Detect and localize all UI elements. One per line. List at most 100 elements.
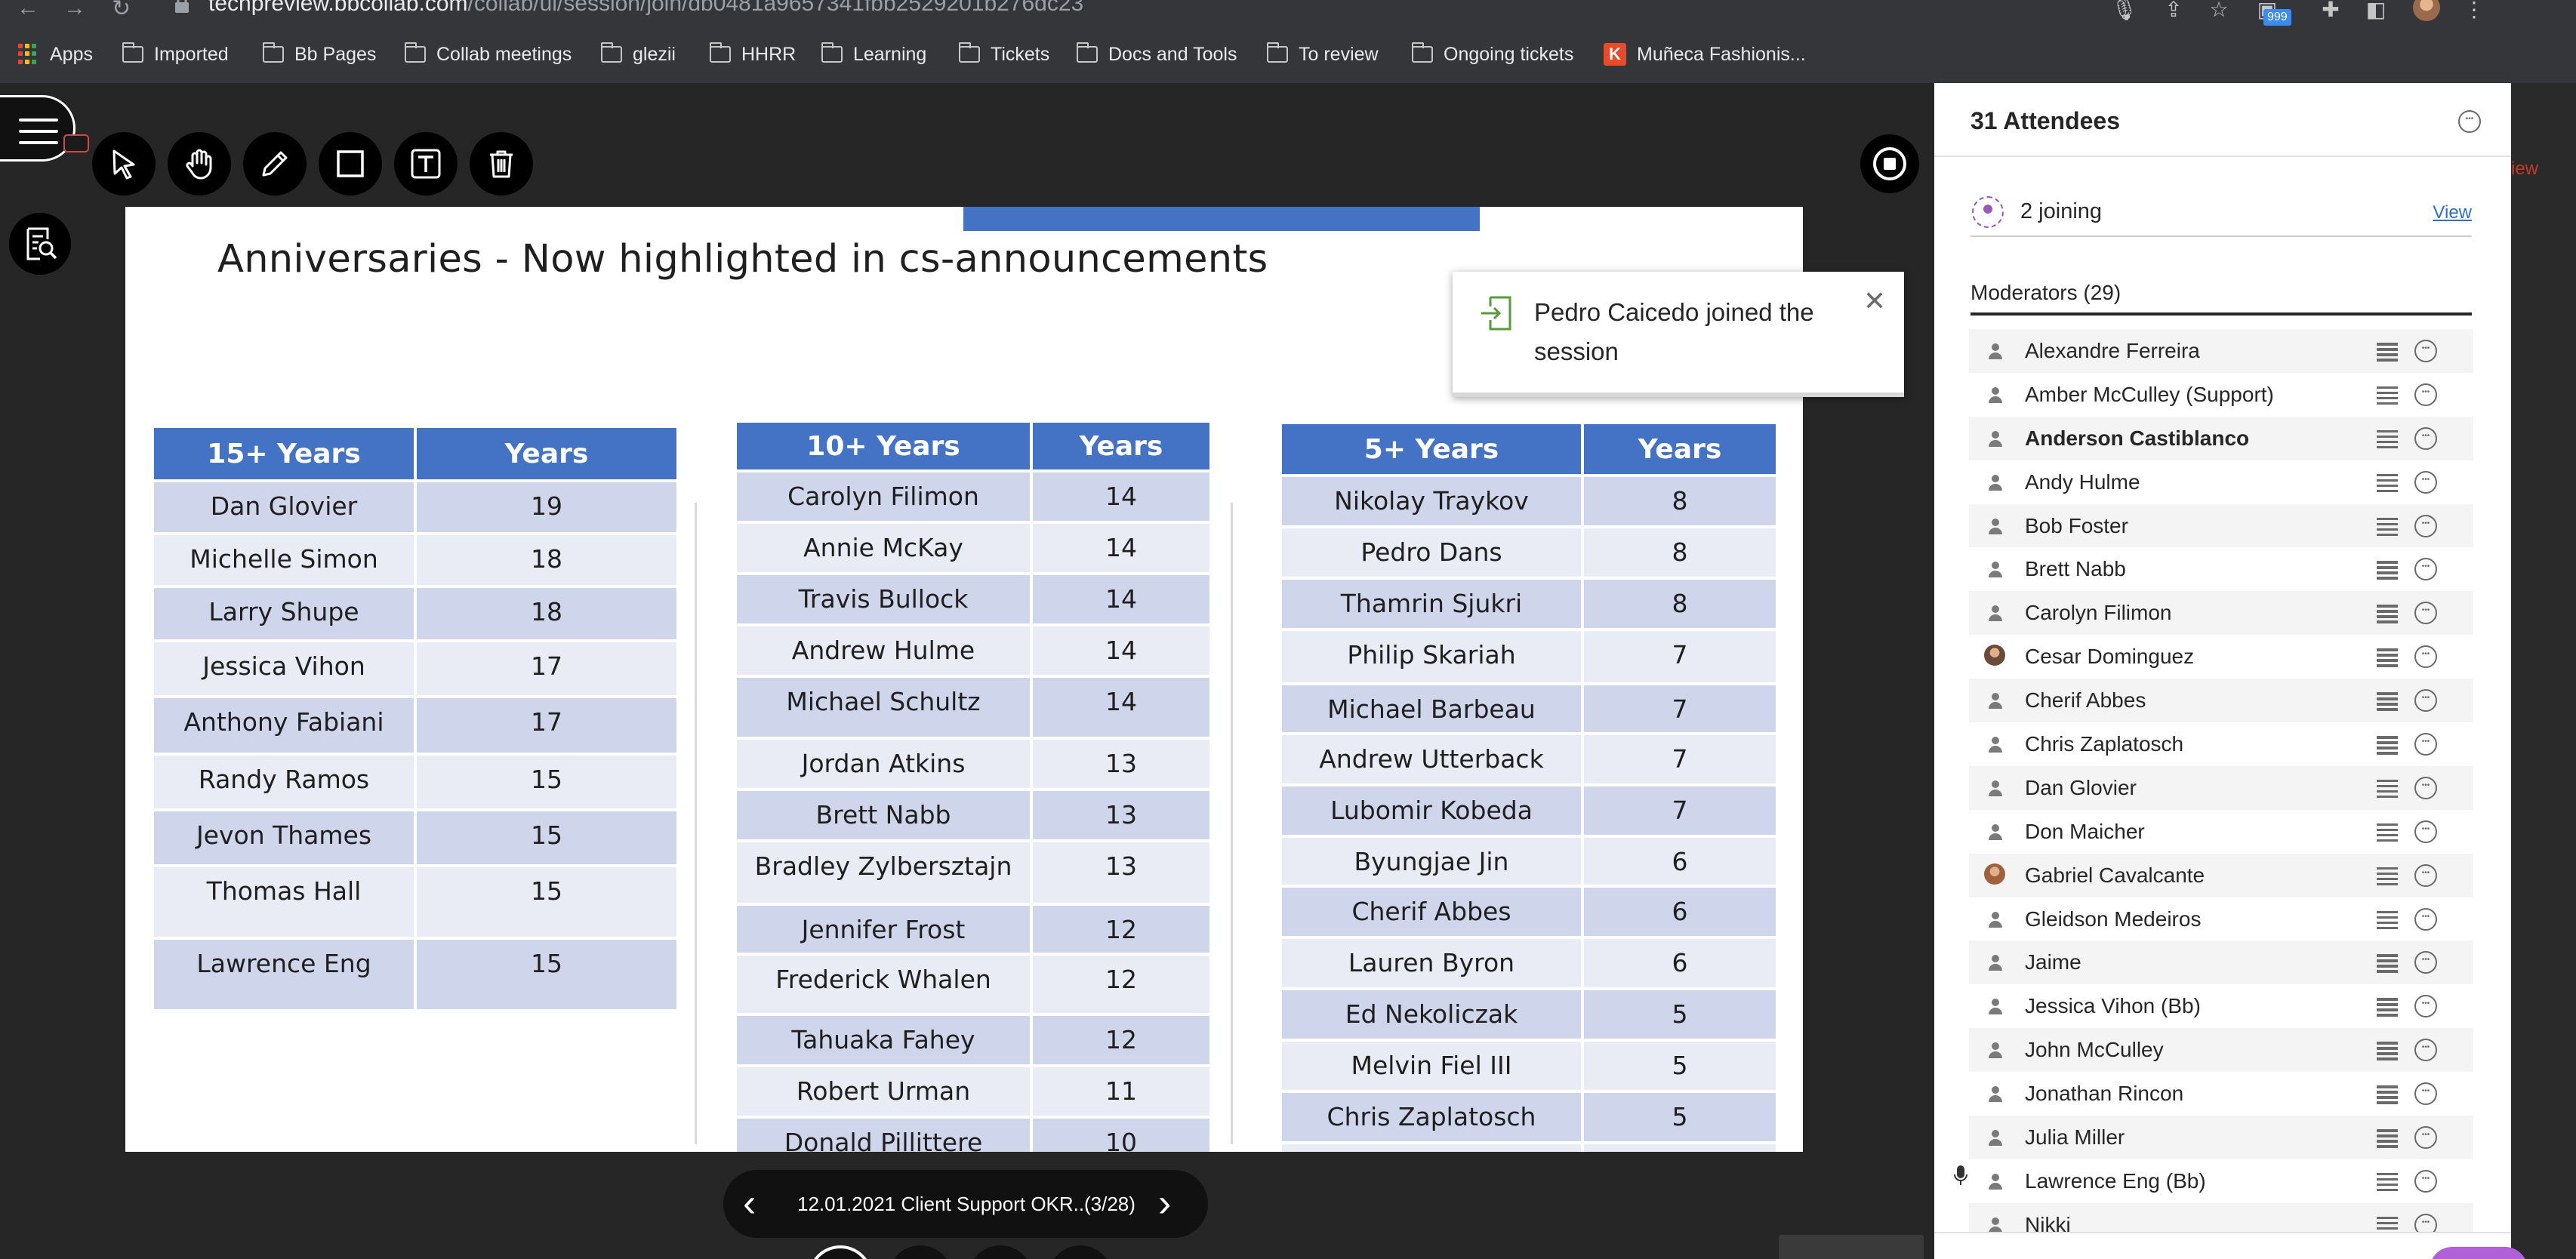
- list-icon[interactable]: [2377, 823, 2398, 842]
- more-options-icon[interactable]: [2414, 689, 2437, 713]
- more-options-icon[interactable]: [2414, 733, 2437, 756]
- list-icon[interactable]: [2377, 343, 2398, 362]
- moderator-row[interactable]: Cesar Dominguez: [1969, 635, 2473, 679]
- list-icon[interactable]: [2377, 867, 2398, 886]
- bookmark-folder[interactable]: Tickets: [959, 41, 1049, 68]
- bookmark-folder[interactable]: glezii: [601, 41, 676, 68]
- moderator-row[interactable]: Amber McCulley (Support): [1969, 373, 2473, 417]
- bookmark-apps[interactable]: Apps: [18, 41, 93, 68]
- list-icon[interactable]: [2377, 648, 2398, 667]
- close-icon[interactable]: ✕: [1863, 285, 1886, 317]
- shape-tool-button[interactable]: [319, 132, 382, 195]
- moderator-row[interactable]: Cherif Abbes: [1969, 679, 2473, 723]
- list-icon[interactable]: [2377, 386, 2398, 405]
- more-options-icon[interactable]: [2414, 340, 2437, 362]
- more-options-icon[interactable]: [2414, 863, 2437, 887]
- panel-tab-bar[interactable]: [1934, 1232, 2511, 1259]
- moderator-row[interactable]: Gleidson Medeiros: [1969, 897, 2473, 941]
- more-options-icon[interactable]: [2414, 951, 2437, 974]
- back-icon[interactable]: ←: [17, 0, 39, 21]
- more-options-icon[interactable]: [2414, 645, 2437, 669]
- pan-tool-button[interactable]: [168, 132, 231, 195]
- more-options-icon[interactable]: [2458, 110, 2481, 133]
- moderator-row[interactable]: Carolyn Filimon: [1969, 591, 2473, 636]
- moderator-row[interactable]: John McCulley: [1969, 1028, 2473, 1073]
- moderator-row[interactable]: Bob Foster: [1969, 503, 2473, 548]
- more-options-icon[interactable]: [2414, 602, 2437, 625]
- next-slide-icon[interactable]: ›: [1158, 1181, 1171, 1226]
- list-icon[interactable]: [2377, 1172, 2398, 1192]
- moderator-row[interactable]: Gabriel Cavalcante: [1969, 853, 2473, 897]
- more-options-icon[interactable]: [2414, 558, 2437, 581]
- list-icon[interactable]: [2377, 473, 2398, 493]
- more-options-icon[interactable]: [2414, 1039, 2437, 1062]
- list-icon[interactable]: [2377, 692, 2398, 711]
- more-options-icon[interactable]: [2414, 776, 2437, 799]
- list-icon[interactable]: [2377, 954, 2398, 973]
- star-icon[interactable]: ☆: [2206, 0, 2232, 21]
- moderator-row[interactable]: Anderson Castiblanco: [1969, 416, 2473, 460]
- moderator-row[interactable]: Jaime: [1969, 940, 2473, 985]
- list-icon[interactable]: [2377, 1085, 2398, 1104]
- microphone-icon[interactable]: 🎙: [2111, 0, 2138, 21]
- bookmark-muneca[interactable]: K Muñeca Fashionis...: [1604, 41, 1806, 68]
- search-content-button[interactable]: [9, 213, 71, 275]
- list-icon[interactable]: [2377, 1042, 2398, 1060]
- more-options-icon[interactable]: [2414, 383, 2437, 406]
- list-icon[interactable]: [2377, 910, 2398, 930]
- bottom-toolbar-button[interactable]: [968, 1245, 1033, 1259]
- moderator-row[interactable]: Andy Hulme: [1969, 460, 2473, 504]
- bookmark-folder[interactable]: Ongoing tickets: [1412, 41, 1573, 68]
- stop-sharing-button[interactable]: [1860, 134, 1919, 193]
- collab-panel-toggle[interactable]: [1779, 1235, 1924, 1259]
- share-icon[interactable]: ⇪: [2161, 0, 2186, 21]
- moderator-row[interactable]: Jonathan Rincon: [1969, 1072, 2473, 1116]
- raise-hand-button[interactable]: [2430, 1247, 2528, 1259]
- bookmark-folder[interactable]: HHRR: [710, 41, 796, 68]
- profile-avatar[interactable]: [2413, 0, 2440, 21]
- pencil-tool-button[interactable]: [243, 132, 307, 195]
- more-options-icon[interactable]: [2414, 1169, 2437, 1193]
- forward-icon[interactable]: →: [63, 0, 86, 21]
- moderator-row[interactable]: Alexandre Ferreira: [1969, 329, 2473, 373]
- more-options-icon[interactable]: [2414, 514, 2437, 537]
- bookmark-folder[interactable]: Imported: [122, 41, 229, 68]
- list-icon[interactable]: [2377, 517, 2398, 537]
- reload-icon[interactable]: ↻: [112, 0, 131, 22]
- sidebar-icon[interactable]: ◧: [2363, 0, 2389, 21]
- select-tool-button[interactable]: [92, 132, 156, 195]
- bookmark-folder[interactable]: Learning: [821, 41, 926, 68]
- more-options-icon[interactable]: [2414, 1126, 2437, 1150]
- list-icon[interactable]: [2377, 1129, 2398, 1148]
- moderator-row[interactable]: Lawrence Eng (Bb): [1969, 1159, 2473, 1203]
- puzzle-icon[interactable]: ✚: [2318, 0, 2343, 21]
- more-options-icon[interactable]: [2414, 470, 2437, 494]
- clear-tool-button[interactable]: [470, 132, 533, 195]
- bottom-toolbar-button[interactable]: [888, 1245, 953, 1259]
- moderator-row[interactable]: Chris Zaplatosch: [1969, 722, 2473, 766]
- view-joining-link[interactable]: View: [2433, 202, 2472, 223]
- list-icon[interactable]: [2377, 736, 2398, 755]
- list-icon[interactable]: [2377, 561, 2398, 580]
- more-options-icon[interactable]: [2414, 1082, 2437, 1106]
- moderator-row[interactable]: Brett Nabb: [1969, 547, 2473, 591]
- list-icon[interactable]: [2377, 779, 2398, 799]
- list-icon[interactable]: [2377, 605, 2398, 623]
- bookmark-folder[interactable]: Docs and Tools: [1077, 41, 1237, 68]
- more-options-icon[interactable]: [2414, 426, 2437, 450]
- list-icon[interactable]: [2377, 429, 2398, 449]
- bookmark-folder[interactable]: To review: [1267, 41, 1379, 68]
- moderator-row[interactable]: Jessica Vihon (Bb): [1969, 984, 2473, 1028]
- text-tool-button[interactable]: [394, 132, 458, 195]
- bookmark-folder[interactable]: Collab meetings: [405, 41, 572, 68]
- bookmark-folder[interactable]: Bb Pages: [263, 41, 376, 68]
- moderator-row[interactable]: Julia Miller: [1969, 1116, 2473, 1159]
- more-options-icon[interactable]: [2414, 907, 2437, 931]
- more-options-icon[interactable]: [2414, 995, 2437, 1018]
- url-field[interactable]: techpreview.bbcollab.com/collab/ui/sessi…: [208, 0, 1083, 17]
- bottom-toolbar-button[interactable]: [808, 1245, 873, 1259]
- moderator-row[interactable]: Don Maicher: [1969, 810, 2473, 854]
- list-icon[interactable]: [2377, 998, 2398, 1017]
- previous-slide-icon[interactable]: ‹: [743, 1181, 756, 1226]
- more-options-icon[interactable]: [2414, 820, 2437, 843]
